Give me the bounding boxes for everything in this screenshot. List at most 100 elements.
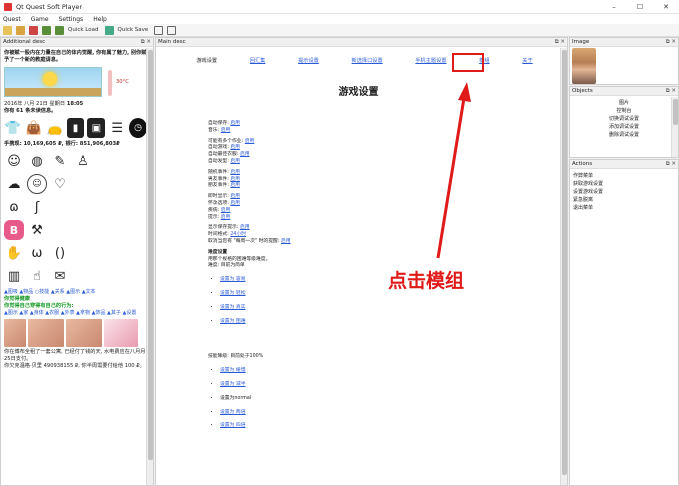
menu-game[interactable]: Game [31,16,49,23]
image-panel: Image ⧉ ✕ [569,37,679,85]
temperature-label: 30°C [116,79,129,85]
outfit-status: 你觉得自己穿得有自己的行为: [4,303,74,309]
status-icons-row6: ▥ ☝ ✉ [4,266,150,286]
object-item-add-debug[interactable]: 添加调试设置 [570,123,678,131]
quick-save-icon[interactable] [104,25,114,35]
grid-icon[interactable] [167,25,177,35]
shirt-icon[interactable]: 👕 [4,118,22,138]
close-button[interactable]: ✕ [653,0,679,14]
panel-controls[interactable]: ⧉ ✕ [666,87,676,96]
status-icons-row3: ɷ ʃ [4,197,150,217]
objects-scroll-thumb[interactable] [673,99,678,125]
thermometer-icon [108,70,112,96]
menu-settings[interactable]: Settings [59,16,84,23]
chat-icon[interactable]: ✉ [50,266,70,286]
action-item-exit-menu[interactable]: 退出菜单 [573,204,678,212]
quick-load-button[interactable]: Quick Load [68,27,99,33]
character-portrait [572,48,596,84]
panel-header: Image ⧉ ✕ [570,38,678,47]
object-item-delete-debug[interactable]: 删除调试设置 [570,131,678,139]
person-status-icon[interactable]: ☺ [4,151,24,171]
link-row-1[interactable]: ▲图吸 ▲物品 ○技能 ▲关系 ▲图示 ▲文本 [4,289,150,296]
pill-icon[interactable]: ♡ [50,174,70,194]
condition-text: 你有 61 条未读信息。 [4,108,57,114]
object-item-console[interactable]: 控制台 [570,107,678,115]
panel-title: Actions [572,161,593,167]
open-folder-icon[interactable] [3,25,12,35]
action-item-cheat-menu[interactable]: 作弊菜单 [573,172,678,180]
panel-header: Additional desc ⧉ ✕ [1,38,153,47]
money-line: 手携现: 10,169,605 ₽, 银行: 851,906,803₽ [4,141,120,147]
butt-icon[interactable]: ω [27,243,47,263]
panel-title: Additional desc [3,39,46,45]
restart-icon[interactable] [29,25,38,35]
objects-panel: Objects ⧉ ✕ 图片 控制台 切换调试设置 添加调试设置 删除调试设置 [569,86,679,158]
object-item-toggle-debug[interactable]: 切换调试设置 [570,115,678,123]
menu-help[interactable]: Help [93,16,107,23]
health-status: 你觉得健康 [4,296,30,302]
photo-3[interactable] [66,319,102,347]
footer-text-1: 你在博布全租了一套公寓, 已经付了钱的天, 水电费应在八月月25日支付。 [4,349,146,362]
tablet-icon[interactable]: ▣ [87,118,106,138]
maximize-button[interactable]: ☐ [627,0,653,14]
status-icons-row2: ☁ ☺ ♡ [4,174,150,194]
actions-list: 作弊菜单 获取游戏设置 设置游戏设置 紧急脱离 退出菜单 [570,169,678,212]
panel-controls[interactable]: ⧉ ✕ [666,38,676,47]
hammer-icon[interactable]: ⚒ [27,220,47,240]
handbag-icon[interactable]: 👝 [46,118,64,138]
stethoscope-icon[interactable]: ʃ [27,197,47,217]
clock-icon[interactable]: ◷ [129,118,148,138]
makeup-icon[interactable]: ✎ [50,151,70,171]
photo-shoe[interactable] [104,319,138,347]
panel-header: Actions ⧉ ✕ [570,160,678,169]
photo-2[interactable] [28,319,64,347]
mood-icon[interactable]: ☺ [27,174,47,194]
open-recent-icon[interactable] [16,25,25,35]
footer-text-2: 你欠克温格·贝里 490938155 ₽, 你半周需要付给他 100 ₽。 [4,363,145,369]
minimize-button[interactable]: – [601,0,627,14]
window-titlebar: Qt Quest Soft Player – ☐ ✕ [0,0,679,14]
time-text: 18:05 [66,101,84,107]
app-icon [4,2,12,11]
panel-controls[interactable]: ⧉ ✕ [666,160,676,169]
action-item-set-settings[interactable]: 设置游戏设置 [573,188,678,196]
panel-controls[interactable]: ⧉ ✕ [141,38,151,47]
date-text: 2016年 八月 21日 星期日 [4,101,66,107]
object-item-image[interactable]: 图片 [570,99,678,107]
additional-desc-panel: Additional desc ⧉ ✕ 你被赋一股内在力量在自己的体内觉醒, 你… [0,37,154,486]
action-item-emergency-exit[interactable]: 紧急脱离 [573,196,678,204]
quick-save-button[interactable]: Quick Save [118,27,149,33]
left-scrollbar[interactable] [146,48,153,485]
load-icon[interactable] [55,25,64,35]
save-icon[interactable] [42,25,51,35]
hips-icon[interactable]: () [50,243,70,263]
bra-icon[interactable]: ɷ [4,197,24,217]
objects-list: 图片 控制台 切换调试设置 添加调试设置 删除调试设置 [570,96,678,139]
drink-icon[interactable]: ▥ [4,266,24,286]
mirror-icon[interactable]: ◍ [27,151,47,171]
panel-header: Objects ⧉ ✕ [570,87,678,96]
sun-icon [43,72,57,86]
ground [5,88,101,96]
objects-scrollbar[interactable] [671,97,678,157]
body-icon[interactable]: ♙ [73,151,93,171]
weather-image [4,67,102,97]
body-photos [4,319,150,347]
bag-icon[interactable]: 👜 [25,118,43,138]
menu-quest[interactable]: Quest [3,16,21,23]
list-icon[interactable]: ☰ [108,118,126,138]
main-scrollbar[interactable] [560,48,567,485]
photo-1[interactable] [4,319,26,347]
link-row-2[interactable]: ▲图示 ▲家 ▲身体 ▲衣服 ▲外表 ▲拿物 ▲饰品 ▲其子 ▲设置 [4,310,150,317]
panel-title: Objects [572,88,593,94]
panel-title: Image [572,39,590,45]
action-item-get-settings[interactable]: 获取游戏设置 [573,180,678,188]
main-scroll-thumb[interactable] [562,50,567,475]
fullscreen-icon[interactable] [154,25,164,35]
phone-icon[interactable]: ▮ [66,118,85,138]
hand-icon[interactable]: ✋ [4,243,24,263]
b-badge-icon[interactable]: B [4,220,24,240]
gesture-icon[interactable]: ☝ [27,266,47,286]
mind-icon[interactable]: ☁ [4,174,24,194]
left-scroll-thumb[interactable] [148,50,153,460]
